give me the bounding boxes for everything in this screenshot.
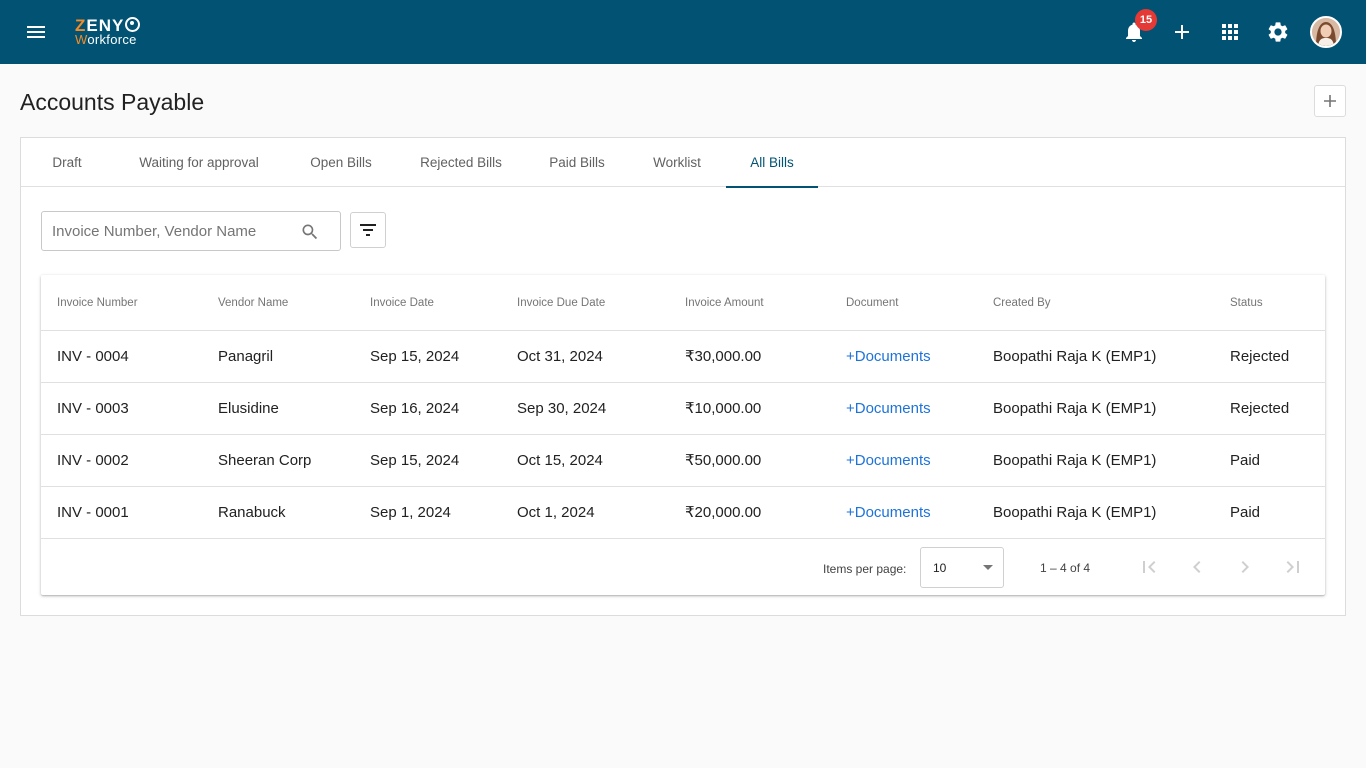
filter-icon — [360, 224, 376, 236]
table-row[interactable]: INV - 0003 Elusidine Sep 16, 2024 Sep 30… — [41, 383, 1325, 435]
search-input[interactable] — [52, 220, 287, 242]
page-title: Accounts Payable — [20, 89, 205, 115]
cell-invoice-date: Sep 15, 2024 — [370, 452, 460, 469]
column-header-status[interactable]: Status — [1230, 275, 1263, 331]
search-icon[interactable] — [300, 222, 320, 242]
column-header-invoice-date[interactable]: Invoice Date — [370, 275, 434, 331]
cell-created-by: Boopathi Raja K (EMP1) — [993, 504, 1157, 521]
cell-invoice-date: Sep 1, 2024 — [370, 504, 451, 521]
column-header-created-by[interactable]: Created By — [993, 275, 1051, 331]
cell-invoice-number: INV - 0001 — [57, 504, 129, 521]
tab-paid-bills[interactable]: Paid Bills — [535, 138, 619, 187]
cell-amount: ₹20,000.00 — [685, 504, 762, 521]
bill-tabs: Draft Waiting for approval Open Bills Re… — [21, 138, 1345, 188]
table-row[interactable]: INV - 0002 Sheeran Corp Sep 15, 2024 Oct… — [41, 435, 1325, 487]
cell-due-date: Oct 1, 2024 — [517, 504, 595, 521]
add-documents-link[interactable]: +Documents — [846, 383, 931, 435]
gear-icon — [1268, 22, 1288, 42]
first-page-button[interactable] — [1137, 555, 1161, 579]
cell-vendor-name: Ranabuck — [218, 504, 286, 521]
user-avatar[interactable] — [1310, 16, 1342, 48]
plus-icon — [1324, 95, 1336, 107]
cell-created-by: Boopathi Raja K (EMP1) — [993, 452, 1157, 469]
column-header-invoice-number[interactable]: Invoice Number — [57, 275, 138, 331]
page-range-label: 1 – 4 of 4 — [1040, 561, 1091, 575]
cell-created-by: Boopathi Raja K (EMP1) — [993, 348, 1157, 365]
column-header-document[interactable]: Document — [846, 275, 898, 331]
cell-status: Paid — [1230, 452, 1261, 469]
last-page-icon — [1286, 561, 1299, 573]
apps-button[interactable] — [1218, 20, 1242, 44]
filter-button[interactable] — [350, 212, 386, 248]
notification-badge: 15 — [1135, 9, 1157, 31]
tab-draft[interactable]: Draft — [31, 138, 103, 187]
dropdown-caret-icon — [983, 565, 993, 570]
cell-created-by: Boopathi Raja K (EMP1) — [993, 400, 1157, 417]
cell-status: Rejected — [1230, 348, 1290, 365]
cell-due-date: Sep 30, 2024 — [517, 400, 607, 417]
cell-status: Rejected — [1230, 400, 1290, 417]
items-per-page-label: Items per page: — [823, 562, 907, 576]
search-field — [41, 211, 341, 251]
plus-icon — [1175, 25, 1189, 39]
apps-grid-icon — [1222, 24, 1238, 40]
settings-button[interactable] — [1266, 20, 1290, 44]
bills-card: Draft Waiting for approval Open Bills Re… — [20, 137, 1346, 616]
add-documents-link[interactable]: +Documents — [846, 487, 931, 539]
chevron-right-icon — [1241, 561, 1249, 573]
cell-amount: ₹30,000.00 — [685, 348, 762, 365]
page-size-value: 10 — [933, 561, 947, 575]
tab-worklist[interactable]: Worklist — [637, 138, 717, 187]
bills-table: Invoice Number Vendor Name Invoice Date … — [41, 275, 1325, 595]
cell-amount: ₹10,000.00 — [685, 400, 762, 417]
add-bill-button[interactable] — [1314, 85, 1346, 117]
paginator: Items per page: 10 1 – 4 of 4 — [41, 539, 1325, 595]
tab-waiting-for-approval[interactable]: Waiting for approval — [119, 138, 279, 187]
app-logo[interactable]: ZENY Workforce — [75, 16, 155, 50]
cell-due-date: Oct 31, 2024 — [517, 348, 603, 365]
menu-icon[interactable] — [24, 20, 48, 44]
cell-status: Paid — [1230, 504, 1261, 521]
cell-invoice-number: INV - 0003 — [57, 400, 129, 417]
create-button[interactable] — [1170, 20, 1194, 44]
tab-open-bills[interactable]: Open Bills — [297, 138, 385, 187]
column-header-invoice-amount[interactable]: Invoice Amount — [685, 275, 764, 331]
table-row[interactable]: INV - 0001 Ranabuck Sep 1, 2024 Oct 1, 2… — [41, 487, 1325, 539]
chevron-left-icon — [1193, 561, 1201, 573]
cell-invoice-date: Sep 15, 2024 — [370, 348, 460, 365]
cell-due-date: Oct 15, 2024 — [517, 452, 603, 469]
logo-mark-icon — [125, 17, 141, 32]
next-page-button[interactable] — [1233, 555, 1257, 579]
add-documents-link[interactable]: +Documents — [846, 435, 931, 487]
cell-vendor-name: Sheeran Corp — [218, 452, 312, 469]
logo-subtitle: Workforce — [75, 32, 137, 47]
cell-vendor-name: Panagril — [218, 348, 274, 365]
cell-invoice-date: Sep 16, 2024 — [370, 400, 460, 417]
table-row[interactable]: INV - 0004 Panagril Sep 15, 2024 Oct 31,… — [41, 331, 1325, 383]
cell-amount: ₹50,000.00 — [685, 452, 762, 469]
top-app-bar: ZENY Workforce 15 — [0, 0, 1366, 64]
page-size-select[interactable]: 10 — [920, 547, 1004, 588]
tab-all-bills[interactable]: All Bills — [726, 138, 818, 188]
table-header: Invoice Number Vendor Name Invoice Date … — [41, 275, 1325, 331]
cell-invoice-number: INV - 0002 — [57, 452, 129, 469]
previous-page-button[interactable] — [1185, 555, 1209, 579]
last-page-button[interactable] — [1281, 555, 1305, 579]
add-documents-link[interactable]: +Documents — [846, 331, 931, 383]
first-page-icon — [1143, 561, 1156, 573]
cell-invoice-number: INV - 0004 — [57, 348, 129, 365]
column-header-vendor-name[interactable]: Vendor Name — [218, 275, 288, 331]
tab-rejected-bills[interactable]: Rejected Bills — [407, 138, 515, 187]
column-header-invoice-due-date[interactable]: Invoice Due Date — [517, 275, 605, 331]
user-photo-icon — [1312, 18, 1340, 46]
cell-vendor-name: Elusidine — [218, 400, 279, 417]
